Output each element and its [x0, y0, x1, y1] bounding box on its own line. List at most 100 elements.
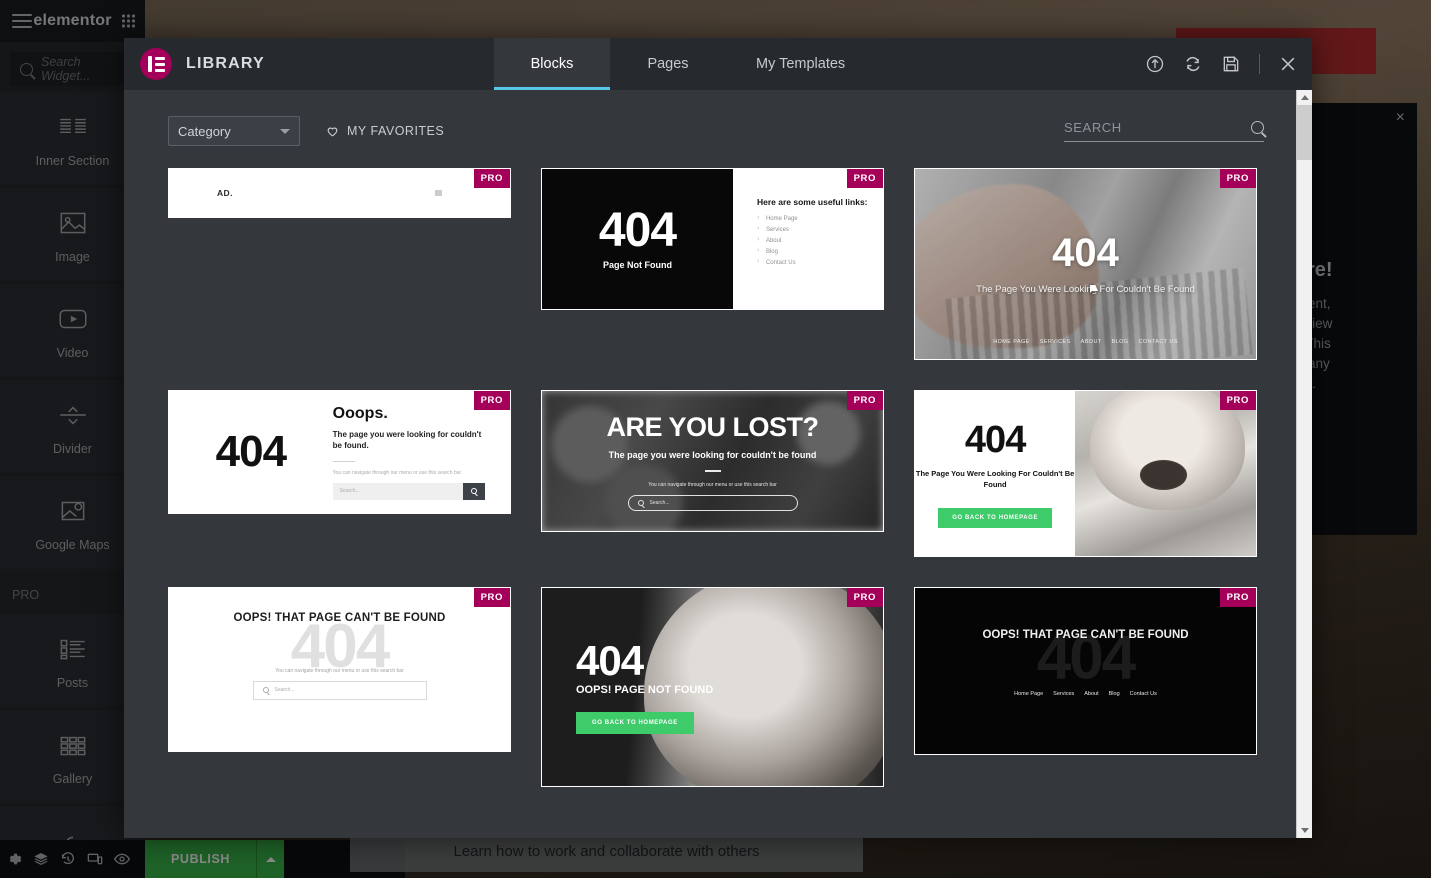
thumb-content: ARE YOU LOST? The page you were looking … — [542, 412, 883, 511]
heart-icon — [326, 125, 339, 138]
pro-badge: PRO — [1219, 391, 1256, 410]
go-home-button: GO BACK TO HOMEPAGE — [938, 508, 1053, 528]
divider — [332, 460, 355, 462]
category-select-value: Category — [178, 123, 231, 139]
pro-badge: PRO — [1219, 169, 1256, 188]
scroll-down-button[interactable] — [1297, 823, 1312, 838]
scrollbar-thumb[interactable] — [1297, 105, 1312, 160]
close-icon[interactable] — [1278, 54, 1298, 74]
search-icon — [262, 687, 269, 693]
thumb-search-bar: Search... — [627, 494, 798, 511]
template-card-404-man[interactable]: PRO 404 OOPS! PAGE NOT FOUND GO BACK TO … — [541, 587, 884, 787]
nav-item: SERVICES — [1039, 339, 1071, 345]
template-card-are-you-lost[interactable]: PRO ARE YOU LOST? The page you were look… — [541, 390, 884, 532]
template-thumbnail: 404 The Page You Were Looking For Couldn… — [915, 169, 1256, 359]
error-subtitle: Page Not Found — [602, 259, 672, 270]
error-code: 404 — [598, 204, 677, 258]
useful-links-list: Home Page Services About Blog Contact Us — [757, 214, 883, 266]
search-hint: You can navigate through our menu or use… — [648, 481, 777, 488]
pro-badge: PRO — [473, 588, 510, 607]
template-card-watermark-black[interactable]: PRO 404 OOPS! THAT PAGE CAN'T BE FOUND H… — [914, 587, 1257, 755]
pro-badge: PRO — [1219, 588, 1256, 607]
template-cell: PRO 404 OOPS! THAT PAGE CAN'T BE FOUND H… — [914, 587, 1257, 787]
background-photo — [1075, 391, 1256, 556]
nav-item: About — [1084, 691, 1099, 697]
thumb-search-bar: Search... — [332, 482, 485, 500]
modal-scrollbar[interactable] — [1296, 90, 1312, 838]
nav-item: BLOG — [1111, 339, 1129, 345]
list-item: Home Page — [757, 214, 883, 222]
ad-dot-icon — [435, 190, 442, 196]
my-favorites-button[interactable]: MY FAVORITES — [326, 124, 444, 138]
template-cell: PRO 404 OOPS! PAGE NOT FOUND GO BACK TO … — [541, 587, 884, 787]
error-subtitle: The page you were looking for couldn't b… — [332, 429, 482, 450]
template-thumbnail: 404 The Page You Were Looking For Couldn… — [915, 391, 1256, 556]
template-card-watermark-light[interactable]: PRO 404 OOPS! THAT PAGE CAN'T BE FOUND Y… — [168, 587, 511, 752]
save-icon[interactable] — [1221, 54, 1241, 74]
tab-blocks[interactable]: Blocks — [494, 38, 610, 90]
nav-item: CONTACT US — [1138, 339, 1178, 345]
thumb-nav: Home Page Services About Blog Contact Us — [1014, 691, 1157, 697]
search-placeholder: Search... — [274, 687, 295, 693]
library-search[interactable] — [1064, 120, 1264, 142]
template-cell: PRO 404 Ooops. The page you were looking… — [168, 390, 511, 557]
modal-tabs: Blocks Pages My Templates — [494, 38, 875, 90]
template-card-ad[interactable]: PRO AD. — [168, 168, 511, 218]
template-card-ooops[interactable]: PRO 404 Ooops. The page you were looking… — [168, 390, 511, 514]
template-cell: PRO 404 OOPS! THAT PAGE CAN'T BE FOUND Y… — [168, 587, 511, 787]
thumb-nav: HOME PAGE SERVICES ABOUT BLOG CONTACT US — [915, 339, 1256, 345]
template-card-404-baby[interactable]: PRO 404 The Page You Were Looking For Co… — [914, 390, 1257, 557]
error-code: 404 — [964, 419, 1026, 461]
thumb-right-panel: Ooops. The page you were looking for cou… — [332, 405, 510, 500]
template-card-404-keyboard[interactable]: PRO 404 The Page You Were Looking For Co… — [914, 168, 1257, 360]
error-heading: OOPS! PAGE NOT FOUND — [576, 684, 714, 696]
template-library-modal: LIBRARY Blocks Pages My Templates Catego… — [124, 38, 1312, 838]
error-subtitle: The page you were looking for couldn't b… — [608, 449, 817, 460]
error-heading: OOPS! THAT PAGE CAN'T BE FOUND — [982, 629, 1189, 641]
scroll-up-button[interactable] — [1297, 90, 1312, 105]
error-heading: OOPS! THAT PAGE CAN'T BE FOUND — [233, 611, 446, 624]
pro-badge: PRO — [846, 588, 883, 607]
nav-item: HOME PAGE — [993, 339, 1030, 345]
template-thumbnail: 404 OOPS! THAT PAGE CAN'T BE FOUND Home … — [915, 588, 1256, 754]
pro-badge: PRO — [473, 169, 510, 188]
thumb-search-bar: Search... — [252, 680, 427, 700]
modal-header: LIBRARY Blocks Pages My Templates — [124, 38, 1312, 90]
template-thumbnail: 404 OOPS! THAT PAGE CAN'T BE FOUND You c… — [169, 588, 510, 751]
pro-badge: PRO — [846, 169, 883, 188]
tab-pages[interactable]: Pages — [610, 38, 726, 90]
list-item: About — [757, 236, 883, 244]
search-button — [462, 482, 485, 500]
links-heading: Here are some useful links: — [756, 197, 868, 207]
import-icon[interactable] — [1145, 54, 1165, 74]
thumb-left-panel: 404 The Page You Were Looking For Couldn… — [915, 391, 1076, 556]
pro-badge: PRO — [846, 391, 883, 410]
list-item: Blog — [757, 247, 883, 255]
template-thumbnail: AD. — [169, 169, 510, 217]
thumb-left-panel: 404 Page Not Found — [542, 169, 733, 309]
template-cell: PRO 404 The Page You Were Looking For Co… — [914, 390, 1257, 557]
search-input[interactable] — [1064, 120, 1245, 135]
divider — [704, 469, 721, 472]
modal-actions — [1145, 38, 1298, 90]
sync-icon[interactable] — [1183, 54, 1203, 74]
search-icon — [637, 499, 644, 506]
cursor-pointer-icon — [1086, 283, 1102, 299]
nav-item: Services — [1053, 691, 1075, 697]
error-heading: ARE YOU LOST? — [606, 411, 819, 442]
chevron-down-icon — [280, 128, 290, 134]
template-cell: PRO 404 Page Not Found Here are some use… — [541, 168, 884, 360]
go-home-button: GO BACK TO HOMEPAGE — [576, 712, 694, 734]
category-select[interactable]: Category — [168, 116, 300, 146]
nav-item: Home Page — [1014, 691, 1044, 697]
search-icon[interactable] — [1251, 121, 1264, 134]
nav-item: Blog — [1108, 691, 1120, 697]
thumb-right-panel: Here are some useful links: Home Page Se… — [732, 169, 883, 309]
pro-badge: PRO — [473, 391, 510, 410]
my-favorites-label: MY FAVORITES — [347, 124, 445, 138]
error-code: 404 — [1052, 230, 1119, 275]
modal-brand: LIBRARY — [124, 38, 494, 90]
template-thumbnail: ARE YOU LOST? The page you were looking … — [542, 391, 883, 531]
template-card-404-links[interactable]: PRO 404 Page Not Found Here are some use… — [541, 168, 884, 310]
tab-my-templates[interactable]: My Templates — [726, 38, 875, 90]
